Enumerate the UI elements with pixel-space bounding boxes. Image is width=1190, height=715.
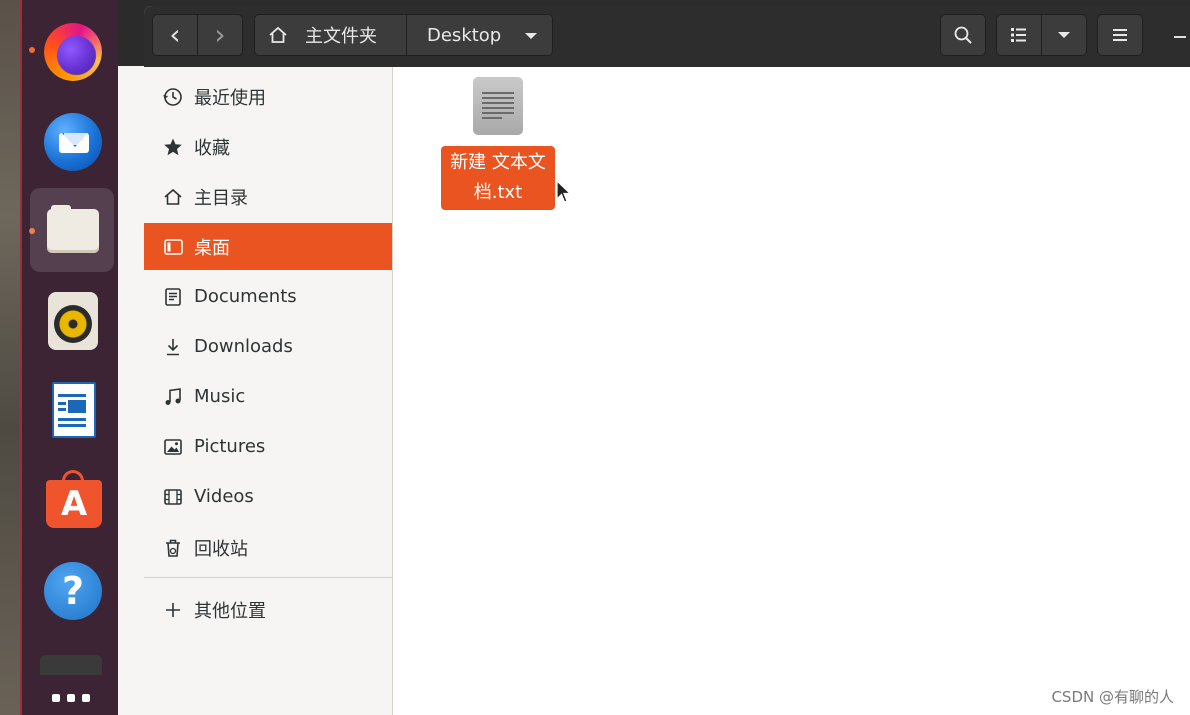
music-icon	[162, 386, 184, 408]
dock-firefox[interactable]	[30, 9, 114, 93]
download-icon	[162, 336, 184, 358]
sidebar-item-label: 回收站	[194, 538, 248, 560]
view-list-button[interactable]	[996, 14, 1042, 56]
show-apps-icon[interactable]	[52, 694, 92, 714]
desktop-wallpaper	[0, 0, 22, 715]
sidebar-item-label: Videos	[194, 486, 254, 507]
video-icon	[162, 486, 184, 508]
breadcrumb-home-label: 主文件夹	[305, 26, 377, 47]
dock-files[interactable]	[30, 188, 114, 272]
sidebar-item-pictures[interactable]: Pictures	[144, 423, 392, 470]
sidebar-item-label: 最近使用	[194, 87, 266, 109]
firefox-icon	[42, 21, 102, 81]
star-icon	[162, 136, 184, 158]
caret-down-icon	[1058, 32, 1070, 38]
sidebar-item-label: 收藏	[194, 137, 230, 159]
file-name-label: 新建 文本文 档.txt	[441, 146, 555, 210]
breadcrumb-desktop-label: Desktop	[427, 24, 502, 46]
plus-icon	[162, 599, 184, 621]
files-icon	[42, 200, 102, 260]
terminal-icon[interactable]	[40, 655, 102, 675]
file-view[interactable]: 新建 文本文 档.txt	[393, 67, 1190, 715]
desktop-icon	[162, 236, 184, 258]
sidebar-item-label: 桌面	[194, 237, 230, 259]
view-options-button[interactable]	[1041, 14, 1087, 56]
breadcrumb-home[interactable]: 主文件夹	[254, 14, 407, 56]
headerbar: ‹ › 主文件夹 Desktop	[144, 6, 1190, 68]
sidebar-item-label: Music	[194, 386, 246, 407]
libreoffice-writer-icon	[42, 380, 102, 440]
hamburger-menu-icon	[1113, 29, 1127, 41]
files-window: ‹ › 主文件夹 Desktop 最近使用 收藏 主目录 桌面 Document…	[144, 6, 1190, 715]
menu-button[interactable]	[1097, 14, 1143, 56]
dock-thunderbird[interactable]	[30, 99, 114, 183]
sidebar-item-other-locations[interactable]: 其他位置	[144, 586, 392, 633]
dock-app-center[interactable]: A	[30, 458, 114, 542]
list-view-icon	[1011, 28, 1026, 42]
caret-down-icon	[525, 33, 537, 39]
sidebar-item-desktop[interactable]: 桌面	[144, 223, 392, 270]
sidebar-item-home[interactable]: 主目录	[144, 173, 392, 220]
mouse-pointer-icon	[556, 180, 572, 203]
sidebar-item-label: Downloads	[194, 336, 293, 357]
sidebar-item-trash[interactable]: 回收站	[144, 524, 392, 571]
file-name-line: 新建 文本文	[450, 152, 546, 173]
sidebar-item-downloads[interactable]: Downloads	[144, 323, 392, 370]
breadcrumb-desktop[interactable]: Desktop	[406, 14, 553, 56]
picture-icon	[162, 436, 184, 458]
watermark: CSDN @有聊的人	[1051, 688, 1174, 706]
chevron-left-icon: ‹	[169, 18, 181, 51]
help-icon: ?	[42, 560, 102, 620]
sidebar-item-label: 主目录	[194, 187, 248, 209]
dock-help[interactable]: ?	[30, 548, 114, 632]
app-center-icon: A	[42, 470, 102, 530]
sidebar-item-documents[interactable]: Documents	[144, 273, 392, 320]
document-icon	[162, 286, 184, 308]
clock-icon	[162, 86, 184, 108]
sidebar-item-recent[interactable]: 最近使用	[144, 73, 392, 120]
dock-libreoffice-writer[interactable]	[30, 368, 114, 452]
search-icon	[954, 26, 972, 44]
sidebar-item-music[interactable]: Music	[144, 373, 392, 420]
thunderbird-icon	[42, 111, 102, 171]
home-icon	[269, 26, 287, 43]
sidebar-item-videos[interactable]: Videos	[144, 473, 392, 520]
trash-icon	[162, 537, 184, 559]
forward-button[interactable]: ›	[197, 14, 243, 56]
chevron-right-icon: ›	[214, 18, 226, 51]
sidebar-item-label: 其他位置	[194, 600, 266, 622]
sidebar-separator	[144, 577, 392, 578]
text-file-icon	[473, 77, 523, 135]
sidebar-item-starred[interactable]: 收藏	[144, 123, 392, 170]
search-button[interactable]	[940, 14, 986, 56]
back-button[interactable]: ‹	[152, 14, 198, 56]
sidebar-item-label: Pictures	[194, 436, 266, 457]
minimize-button[interactable]	[1174, 36, 1186, 38]
dock-rhythmbox[interactable]	[30, 278, 114, 362]
sidebar-item-label: Documents	[194, 286, 297, 307]
ubuntu-dock: A ?	[20, 0, 118, 715]
rhythmbox-icon	[42, 290, 102, 350]
places-sidebar: 最近使用 收藏 主目录 桌面 Documents Downloads Music…	[144, 67, 393, 715]
home-icon	[162, 186, 184, 208]
file-name-line: 档.txt	[473, 182, 523, 203]
